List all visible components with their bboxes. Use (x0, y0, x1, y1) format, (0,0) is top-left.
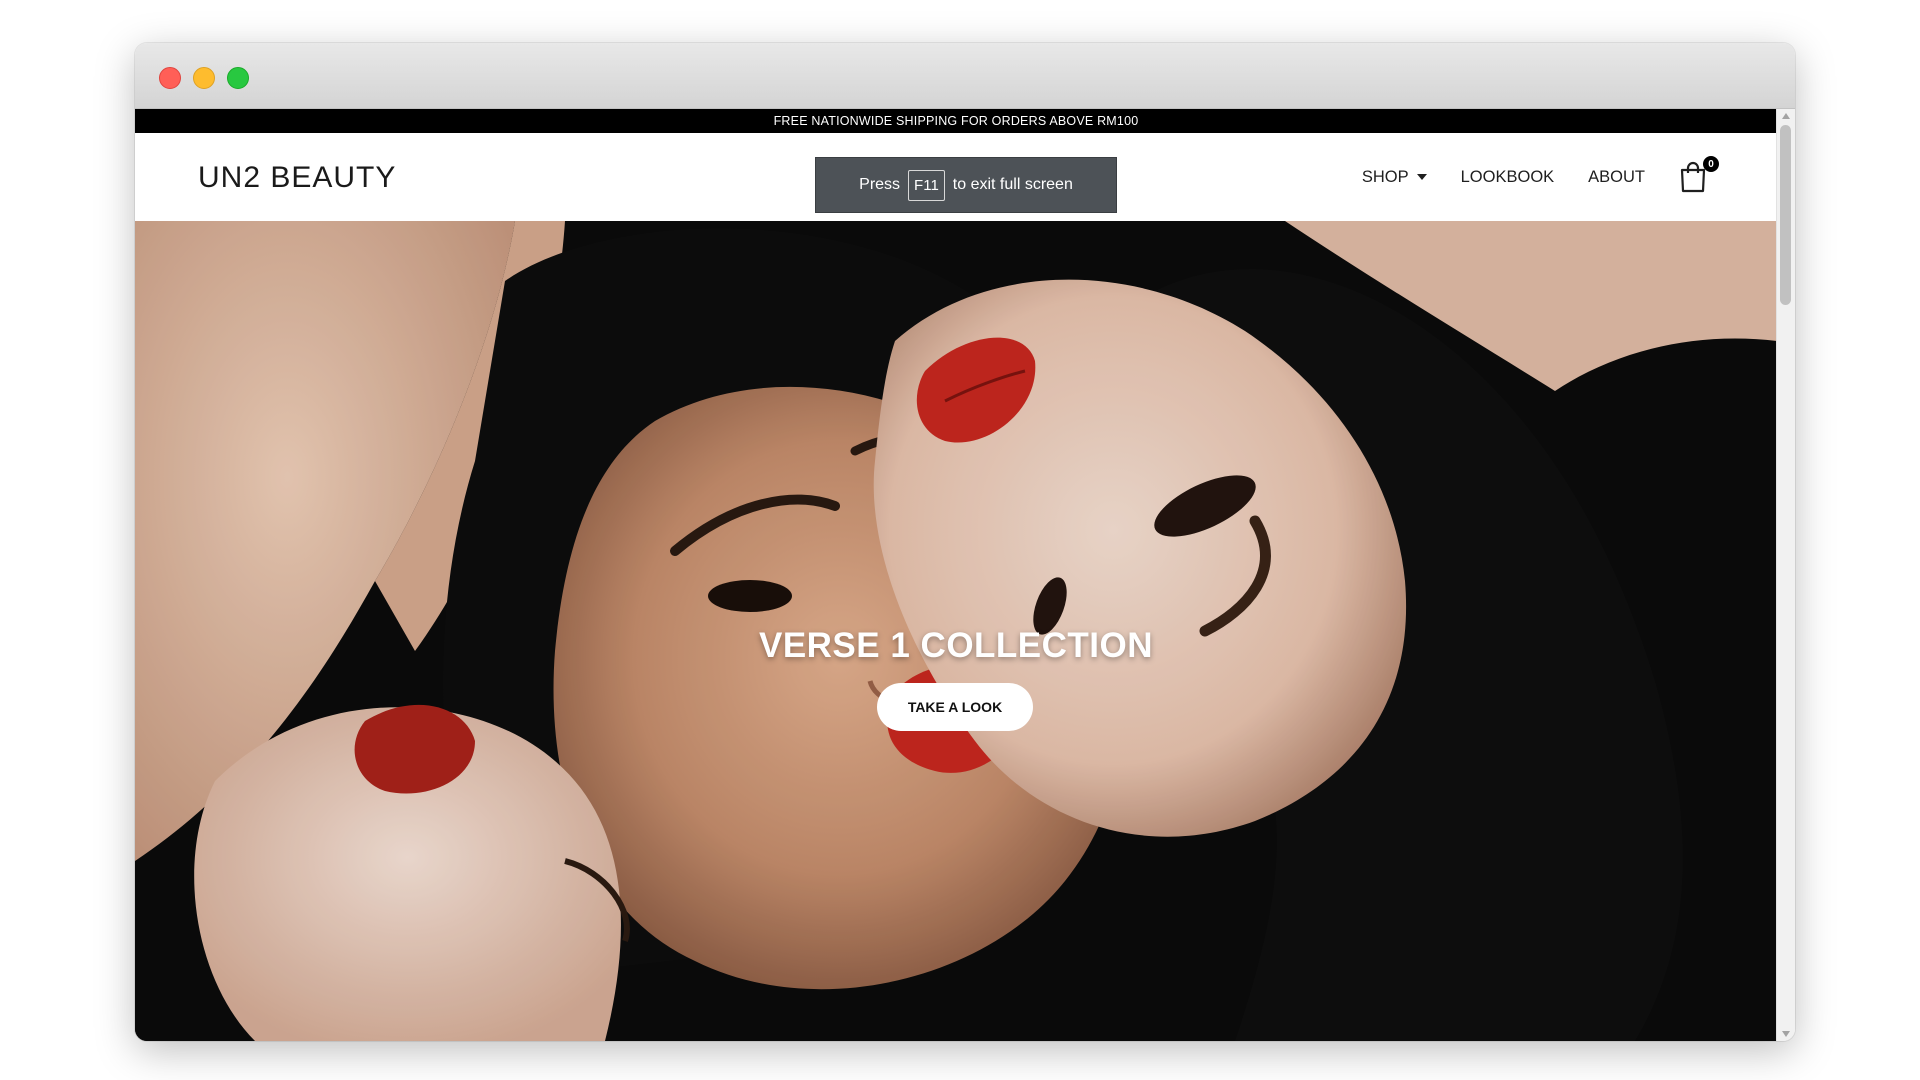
hero-banner: VERSE 1 COLLECTION TAKE A LOOK (135, 221, 1777, 1041)
chevron-down-icon (1416, 174, 1427, 180)
scroll-down-arrow-icon[interactable] (1782, 1031, 1790, 1037)
scrollbar-thumb[interactable] (1780, 125, 1791, 305)
hero-title: VERSE 1 COLLECTION (758, 626, 1154, 665)
nav-lookbook-label: LOOKBOOK (1460, 167, 1555, 186)
nav-lookbook[interactable]: LOOKBOOK (1461, 168, 1555, 187)
fullscreen-key: F11 (908, 169, 945, 201)
announcement-text: FREE NATIONWIDE SHIPPING FOR ORDERS ABOV… (773, 114, 1139, 128)
fullscreen-notice-prefix: Press (859, 176, 901, 193)
take-a-look-button[interactable]: TAKE A LOOK (877, 683, 1033, 731)
browser-window: FREE NATIONWIDE SHIPPING FOR ORDERS ABOV… (135, 43, 1795, 1041)
nav-shop[interactable]: SHOP (1362, 168, 1427, 187)
minimize-window-button[interactable] (193, 67, 215, 89)
nav-about[interactable]: ABOUT (1588, 168, 1645, 187)
nav-about-label: ABOUT (1588, 167, 1645, 186)
main-nav: SHOP LOOKBOOK ABOUT 0 (1362, 133, 1719, 221)
nav-shop-label: SHOP (1361, 167, 1409, 186)
fullscreen-notice: Press F11 to exit full screen (815, 157, 1117, 213)
cart-count-badge: 0 (1703, 156, 1719, 172)
page-viewport: FREE NATIONWIDE SHIPPING FOR ORDERS ABOV… (135, 109, 1777, 1041)
close-window-button[interactable] (159, 67, 181, 89)
maximize-window-button[interactable] (227, 67, 249, 89)
announcement-bar: FREE NATIONWIDE SHIPPING FOR ORDERS ABOV… (135, 109, 1777, 133)
fullscreen-notice-suffix: to exit full screen (952, 176, 1073, 193)
cart-button[interactable]: 0 (1679, 156, 1719, 194)
window-titlebar (135, 43, 1795, 109)
brand-logo[interactable]: UN2 BEAUTY (198, 161, 396, 195)
vertical-scrollbar[interactable] (1776, 109, 1795, 1041)
scroll-up-arrow-icon[interactable] (1782, 113, 1790, 119)
